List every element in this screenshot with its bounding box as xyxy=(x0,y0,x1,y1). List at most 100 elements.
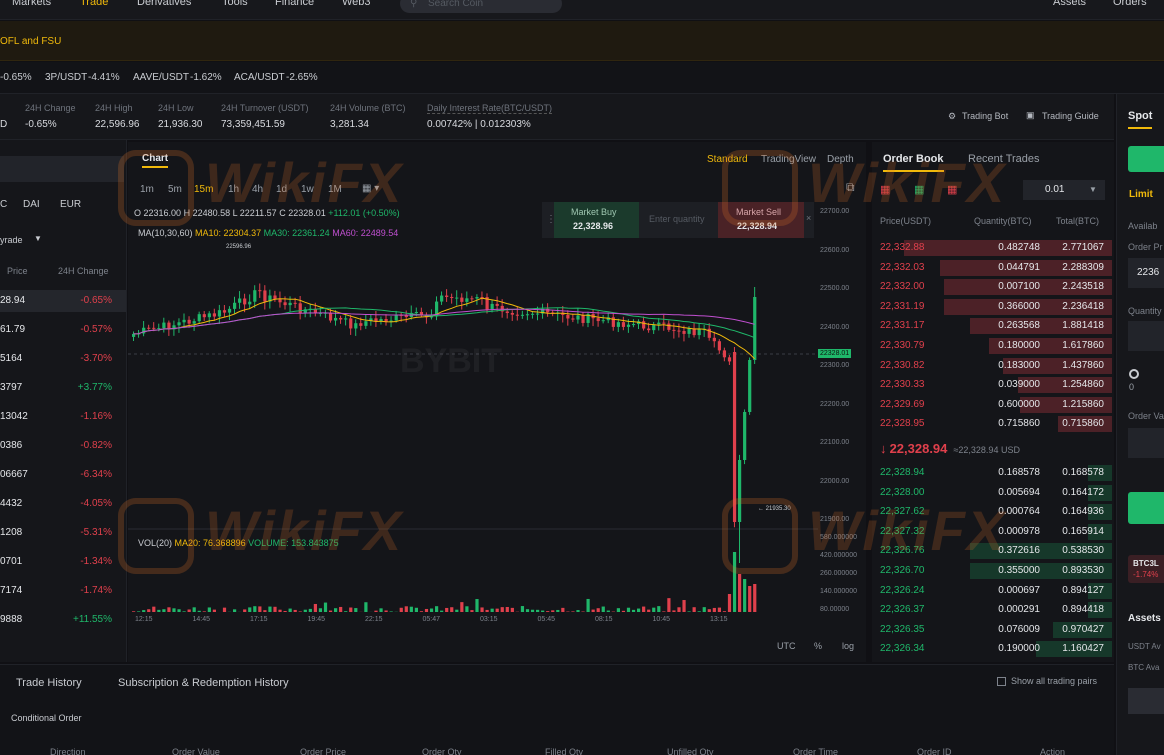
order-book-row[interactable]: 22,326.35 0.076009 0.970427 xyxy=(876,621,1112,639)
quote-tab[interactable]: EUR xyxy=(60,199,81,210)
tab-limit[interactable]: Limit xyxy=(1129,189,1153,200)
time-axis-label: 13:15 xyxy=(710,616,728,623)
quote-tab[interactable]: DAI xyxy=(23,199,40,210)
order-price: 22,326.24 xyxy=(880,584,925,596)
tab-trade-history[interactable]: Trade History xyxy=(16,677,82,689)
ticker-pair[interactable]: AAVE/USDT xyxy=(133,72,189,83)
market-row[interactable]: 5164 -3.70% xyxy=(0,348,126,370)
market-row[interactable]: 9888 +11.55% xyxy=(0,609,126,631)
price-suffix: D xyxy=(0,119,8,130)
buy-tab-button[interactable] xyxy=(1128,146,1164,172)
volume-bar xyxy=(687,611,691,612)
order-book-row[interactable]: 22,326.24 0.000697 0.894127 xyxy=(876,582,1112,600)
show-all-checkbox[interactable] xyxy=(997,677,1006,686)
order-quantity: 0.044791 xyxy=(998,261,1040,273)
market-row[interactable]: 1208 -5.31% xyxy=(0,522,126,544)
percent-toggle[interactable]: % xyxy=(814,641,822,651)
order-book-row[interactable]: 22,331.19 0.366000 2.236418 xyxy=(876,298,1112,316)
market-row[interactable]: 61.79 -0.57% xyxy=(0,319,126,341)
market-row[interactable]: 4432 -4.05% xyxy=(0,493,126,515)
order-price-input[interactable]: 2236 xyxy=(1128,258,1164,288)
market-price: 1208 xyxy=(0,527,23,538)
nav-finance[interactable]: Finance xyxy=(275,0,314,8)
filter-dropdown[interactable]: yrade xyxy=(0,235,23,245)
market-row[interactable]: 06667 -6.34% xyxy=(0,464,126,486)
deposit-button[interactable] xyxy=(1128,688,1164,714)
order-book-row[interactable]: 22,330.79 0.180000 1.617860 xyxy=(876,337,1112,355)
order-book-row[interactable]: 22,331.17 0.263568 1.881418 xyxy=(876,317,1112,335)
trading-bot-link[interactable]: Trading Bot xyxy=(962,111,1008,121)
order-total: 1.881418 xyxy=(1062,320,1104,332)
candle-body xyxy=(207,313,211,318)
order-book-row[interactable]: 22,330.33 0.039000 1.254860 xyxy=(876,376,1112,394)
order-book-row[interactable]: 22,332.88 0.482748 2.771067 xyxy=(876,239,1112,257)
order-book-row[interactable]: 22,326.70 0.355000 0.893530 xyxy=(876,562,1112,580)
market-row[interactable]: 3797 +3.77% xyxy=(0,377,126,399)
candle-body xyxy=(642,321,646,329)
market-change: -0.65% xyxy=(80,295,112,306)
volume-label: 24H Volume (BTC) xyxy=(330,103,406,113)
ticker-pair[interactable]: 3P/USDT xyxy=(45,72,87,83)
order-book-row[interactable]: 22,332.03 0.044791 2.288309 xyxy=(876,259,1112,277)
candle-body xyxy=(510,312,514,315)
market-row[interactable]: 28.94 -0.65% xyxy=(0,290,126,312)
col-price-header[interactable]: Price xyxy=(7,266,28,276)
market-search-input[interactable] xyxy=(0,156,124,182)
conditional-order-tab[interactable]: Conditional Order xyxy=(11,713,82,723)
volume-bar xyxy=(662,611,666,612)
nav-tools[interactable]: Tools xyxy=(222,0,248,8)
order-quantity: 0.000697 xyxy=(998,584,1040,596)
percentage-slider[interactable] xyxy=(1129,369,1139,379)
candle-body xyxy=(253,290,257,302)
market-row[interactable]: 0386 -0.82% xyxy=(0,435,126,457)
candle-body xyxy=(566,314,570,319)
buy-button[interactable] xyxy=(1128,492,1164,524)
tab-subscription-history[interactable]: Subscription & Redemption History xyxy=(118,677,289,689)
volume-axis-label: 260.000000 xyxy=(820,570,857,577)
announcement-text[interactable]: OFL and FSU xyxy=(0,36,61,47)
market-row[interactable]: 7174 -1.74% xyxy=(0,580,126,602)
nav-web3[interactable]: Web3 xyxy=(342,0,371,8)
volume-bar xyxy=(748,586,752,612)
order-quantity: 0.600000 xyxy=(998,398,1040,410)
pair-card[interactable]: BTC3L -1.74% xyxy=(1128,555,1164,583)
order-book-row[interactable]: 22,328.95 0.715860 0.715860 xyxy=(876,415,1112,433)
history-col-header: Filled Qty xyxy=(545,747,584,755)
order-price: 22,328.00 xyxy=(880,486,925,498)
utc-toggle[interactable]: UTC xyxy=(777,641,796,651)
candle-body xyxy=(657,322,661,325)
nav-markets[interactable]: Markets xyxy=(12,0,51,8)
order-book-row[interactable]: 22,328.94 0.168578 0.168578 xyxy=(876,464,1112,482)
order-value-input[interactable] xyxy=(1128,428,1164,458)
depth-select[interactable]: 0.01 ▼ xyxy=(1023,180,1105,200)
mid-price-usd: ≈22,328.94 USD xyxy=(953,445,1020,455)
nav-trade[interactable]: Trade xyxy=(80,0,108,8)
trade-form-panel: Spot Limit Availab Order Pr 2236 Quantit… xyxy=(1116,94,1164,755)
volume-bar xyxy=(399,607,403,612)
tab-spot[interactable]: Spot xyxy=(1128,110,1153,129)
interest-rate-label[interactable]: Daily Interest Rate(BTC/USDT) xyxy=(427,103,553,114)
candle-body xyxy=(192,321,196,324)
order-book-row[interactable]: 22,330.82 0.183000 1.437860 xyxy=(876,357,1112,375)
col-change-header[interactable]: 24H Change xyxy=(58,266,109,276)
order-book-row[interactable]: 22,326.34 0.190000 1.160427 xyxy=(876,640,1112,658)
quantity-input-field[interactable] xyxy=(1128,321,1164,351)
candle-body xyxy=(445,295,449,297)
candle-body xyxy=(440,295,444,302)
ticker-pair[interactable]: ACA/USDT xyxy=(234,72,285,83)
nav-derivatives[interactable]: Derivatives xyxy=(137,0,191,8)
search-input[interactable]: ⚲ Search Coin xyxy=(400,0,562,13)
market-row[interactable]: 13042 -1.16% xyxy=(0,406,126,428)
trading-guide-link[interactable]: Trading Guide xyxy=(1042,111,1099,121)
order-book-row[interactable]: 22,329.69 0.600000 1.215860 xyxy=(876,396,1112,414)
volume-bar xyxy=(197,610,201,612)
order-book-row[interactable]: 22,326.37 0.000291 0.894418 xyxy=(876,601,1112,619)
order-value-label: Order Va xyxy=(1128,411,1164,421)
order-book-row[interactable]: 22,332.00 0.007100 2.243518 xyxy=(876,278,1112,296)
nav-orders[interactable]: Orders xyxy=(1113,0,1147,8)
nav-assets[interactable]: Assets xyxy=(1053,0,1086,8)
quote-tab[interactable]: C xyxy=(0,199,7,210)
market-row[interactable]: 0701 -1.34% xyxy=(0,551,126,573)
log-toggle[interactable]: log xyxy=(842,641,854,651)
wikifx-watermark: WikiFX xyxy=(205,499,404,562)
